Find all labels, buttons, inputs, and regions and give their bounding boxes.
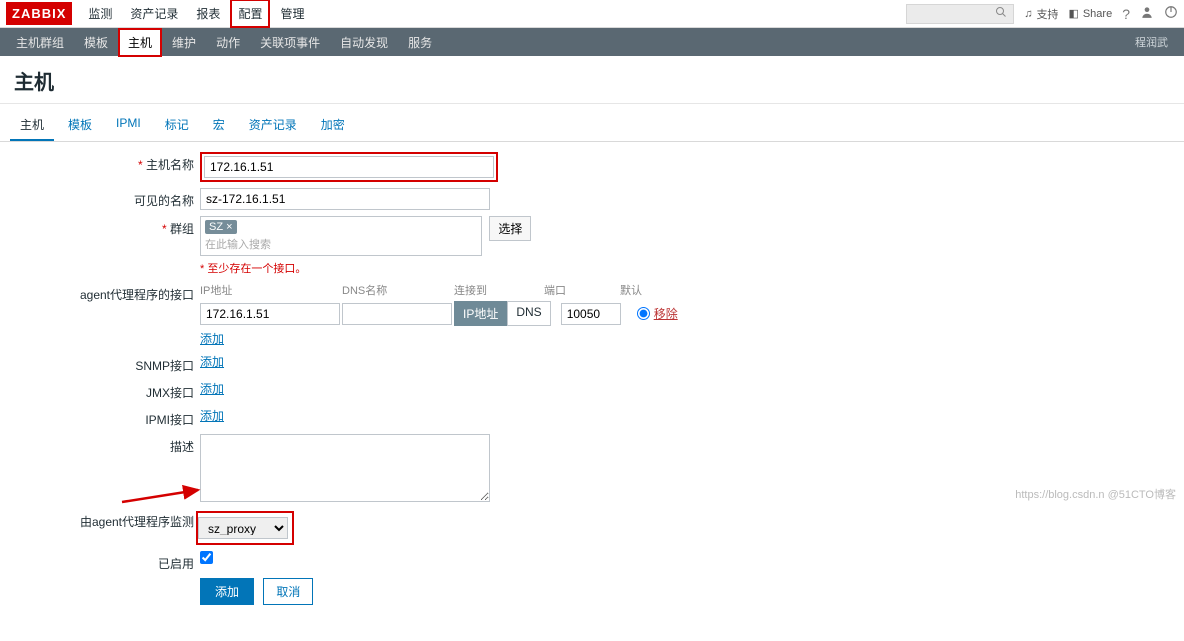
logo: ZABBIX (6, 2, 72, 25)
snmp-label: SNMP接口 (10, 353, 200, 374)
search-input[interactable] (906, 4, 1014, 24)
proxy-select[interactable]: sz_proxy (198, 517, 288, 539)
proxy-label: 由agent代理程序监测 (10, 511, 200, 530)
connect-ip-toggle[interactable]: IP地址 (454, 301, 507, 326)
description-label: 描述 (10, 434, 200, 455)
hostname-input[interactable] (204, 156, 494, 178)
agent-iface-label: agent代理程序的接口 (10, 282, 200, 303)
tab-macros[interactable]: 宏 (203, 110, 235, 141)
share-icon: ◧ (1068, 7, 1078, 20)
user-icon[interactable] (1140, 5, 1154, 22)
groups-multiselect[interactable]: SZ× 在此输入搜索 (200, 216, 482, 256)
visiblename-input[interactable] (200, 188, 490, 210)
tab-ipmi[interactable]: IPMI (106, 110, 151, 141)
ip-input[interactable] (200, 303, 340, 325)
tab-host[interactable]: 主机 (10, 110, 54, 141)
page-title: 主机 (0, 56, 1184, 104)
help-icon[interactable]: ? (1122, 6, 1130, 22)
cancel-button[interactable]: 取消 (263, 578, 313, 605)
subnav-maintenance[interactable]: 维护 (162, 28, 206, 57)
logout-icon[interactable] (1164, 5, 1178, 22)
topnav-reports[interactable]: 报表 (188, 0, 228, 28)
subnav-templates[interactable]: 模板 (74, 28, 118, 57)
add-button[interactable]: 添加 (200, 578, 254, 605)
tab-inventory[interactable]: 资产记录 (239, 110, 307, 141)
headset-icon: ♫ (1024, 8, 1032, 20)
hdr-default: 默认 (620, 282, 642, 298)
subnav-correlation[interactable]: 关联项事件 (250, 28, 330, 57)
subnav-discovery[interactable]: 自动发现 (330, 28, 398, 57)
topnav-administration[interactable]: 管理 (272, 0, 312, 28)
subnav-services[interactable]: 服务 (398, 28, 442, 57)
hdr-ip: IP地址 (200, 282, 340, 298)
groups-label: 群组 (10, 216, 200, 237)
enabled-checkbox[interactable] (200, 551, 213, 564)
port-input[interactable] (561, 303, 621, 325)
topnav-inventory[interactable]: 资产记录 (122, 0, 186, 28)
groups-placeholder: 在此输入搜索 (205, 236, 477, 252)
dns-input[interactable] (342, 303, 452, 325)
search-icon (995, 6, 1007, 21)
group-tag[interactable]: SZ× (205, 220, 237, 234)
interface-hint: * 至少存在一个接口。 (200, 260, 531, 276)
share-link[interactable]: ◧ Share (1068, 7, 1112, 20)
add-snmp-link[interactable]: 添加 (200, 355, 224, 369)
default-radio[interactable] (637, 307, 650, 320)
watermark: https://blog.csdn.n @51CTO博客 (1015, 486, 1176, 502)
tab-tags[interactable]: 标记 (155, 110, 199, 141)
add-ipmi-link[interactable]: 添加 (200, 409, 224, 423)
sub-nav: 主机群组 模板 主机 维护 动作 关联项事件 自动发现 服务 程润武 (0, 28, 1184, 56)
tab-templates[interactable]: 模板 (58, 110, 102, 141)
remove-iface-link[interactable]: 移除 (654, 305, 678, 322)
description-textarea[interactable] (200, 434, 490, 502)
connect-dns-toggle[interactable]: DNS (507, 301, 550, 326)
add-agent-iface-link[interactable]: 添加 (200, 332, 224, 346)
jmx-label: JMX接口 (10, 380, 200, 401)
form-tabs: 主机 模板 IPMI 标记 宏 资产记录 加密 (0, 104, 1184, 142)
hdr-port: 端口 (544, 282, 604, 298)
topnav-monitoring[interactable]: 监测 (80, 0, 120, 28)
hdr-conn: 连接到 (454, 282, 534, 298)
topnav-configuration[interactable]: 配置 (230, 0, 270, 28)
subnav-hosts[interactable]: 主机 (118, 28, 162, 57)
remove-tag-icon[interactable]: × (226, 221, 232, 233)
top-nav: 监测 资产记录 报表 配置 管理 (80, 0, 312, 28)
select-groups-button[interactable]: 选择 (489, 216, 531, 241)
hostname-label: 主机名称 (10, 152, 200, 173)
subnav-actions[interactable]: 动作 (206, 28, 250, 57)
user-name: 程润武 (1135, 34, 1178, 50)
subnav-hostgroups[interactable]: 主机群组 (6, 28, 74, 57)
hdr-dns: DNS名称 (342, 282, 452, 298)
tab-encryption[interactable]: 加密 (311, 110, 355, 141)
support-link[interactable]: ♫ 支持 (1024, 6, 1058, 22)
enabled-label: 已启用 (10, 551, 200, 572)
add-jmx-link[interactable]: 添加 (200, 382, 224, 396)
visiblename-label: 可见的名称 (10, 188, 200, 209)
ipmi-label: IPMI接口 (10, 407, 200, 428)
